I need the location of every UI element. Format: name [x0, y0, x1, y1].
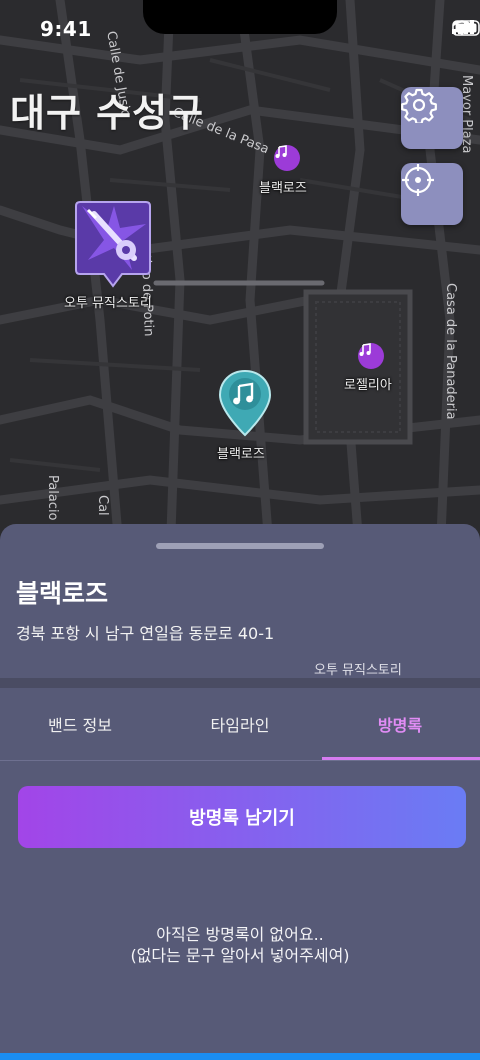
music-marker[interactable]	[358, 343, 384, 369]
settings-button[interactable]	[401, 87, 463, 149]
street-label: Casa de la Panaderia	[443, 283, 458, 420]
empty-state: 아직은 방명록이 없어요.. (없다는 문구 알아서 넣어주세여)	[0, 924, 480, 966]
guitar-marker[interactable]	[74, 200, 152, 288]
music-note-icon	[359, 343, 371, 356]
map-view[interactable]: Calle de Jusio Calle de la Pasa Mayor Pl…	[0, 0, 480, 560]
marker-label: 블랙로즈	[217, 447, 265, 462]
status-time: 9:41	[40, 17, 92, 41]
street-label: Cal	[95, 495, 110, 516]
tab-guestbook[interactable]: 방명록	[320, 688, 480, 760]
marker-label: 오투 뮤직스토리	[64, 296, 152, 311]
tabs-divider	[0, 760, 480, 761]
place-bottom-sheet[interactable]: 블랙로즈 경북 포항 시 남구 연일읍 동문로 40-1 오투 뮤직스토리 밴드…	[0, 524, 480, 1060]
music-marker[interactable]	[274, 145, 300, 171]
tab-timeline[interactable]: 타임라인	[160, 688, 320, 760]
map-pin-icon	[218, 369, 272, 437]
guitar-thumbnail-icon	[75, 201, 151, 288]
status-bar: 9:41	[0, 0, 480, 60]
street-label: Palacio	[45, 475, 60, 521]
region-title: 대구 수성구	[10, 91, 205, 135]
music-note-icon	[275, 145, 287, 158]
empty-state-line: (없다는 문구 알아서 넣어주세여)	[130, 946, 350, 965]
tab-bar: 밴드 정보 타임라인 방명록	[0, 688, 480, 760]
sheet-drag-handle[interactable]	[156, 543, 324, 549]
place-name: 블랙로즈	[16, 579, 109, 608]
peek-marker-label: 오투 뮤직스토리	[314, 663, 402, 678]
crosshair-icon	[402, 164, 434, 196]
marker-label: 로젤리아	[344, 378, 392, 393]
tab-band-info[interactable]: 밴드 정보	[0, 688, 160, 760]
marker-label: 블랙로즈	[259, 181, 307, 196]
gear-icon	[401, 88, 437, 123]
selected-music-marker[interactable]	[218, 369, 272, 439]
section-divider	[0, 678, 480, 688]
place-address: 경북 포항 시 남구 연일읍 동문로 40-1	[16, 624, 275, 643]
locate-button[interactable]	[401, 163, 463, 225]
battery-icon	[452, 20, 480, 36]
empty-state-line: 아직은 방명록이 없어요..	[156, 925, 324, 944]
write-guestbook-button[interactable]: 방명록 남기기	[18, 786, 466, 848]
bottom-edge-bar	[0, 1053, 480, 1060]
device-notch	[143, 0, 337, 34]
